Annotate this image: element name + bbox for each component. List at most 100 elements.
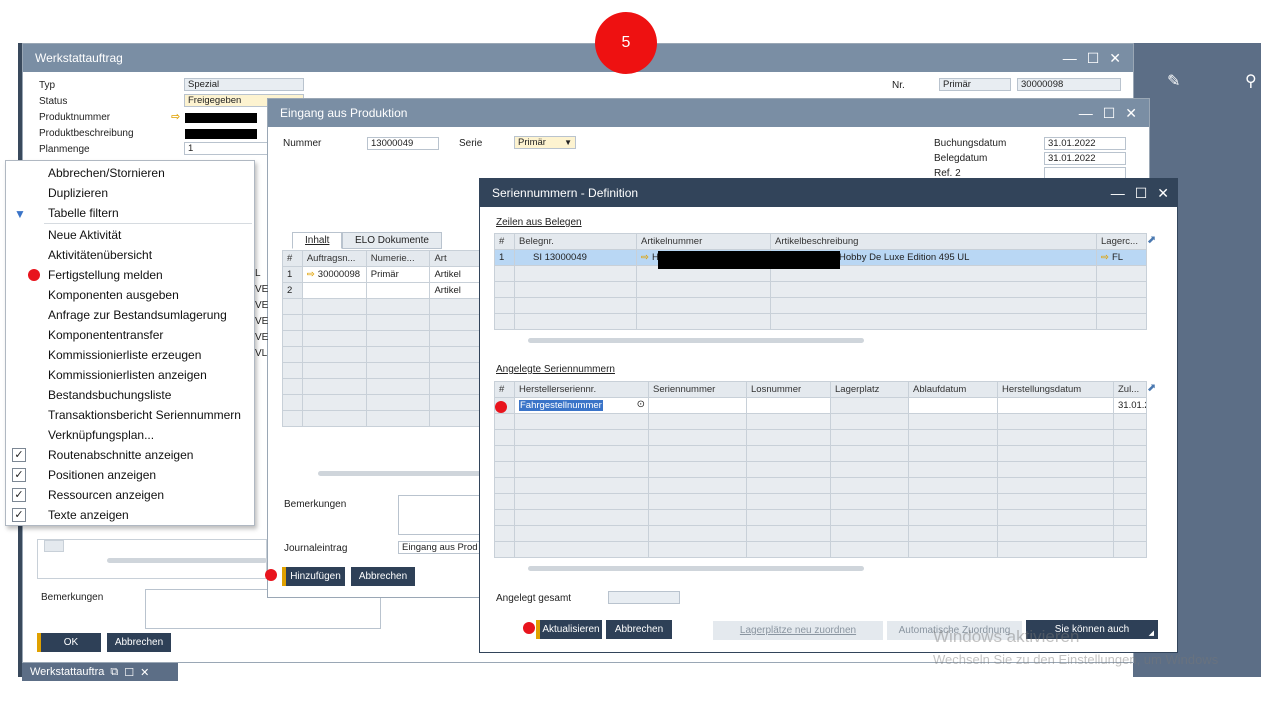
maximize-icon[interactable]: ☐ xyxy=(124,666,134,679)
table-row[interactable]: 2 Artikel xyxy=(282,282,482,299)
menu-item-duplizieren[interactable]: Duplizieren xyxy=(48,186,108,200)
close-icon[interactable]: ✕ xyxy=(1125,105,1137,122)
redacted-artikelnummer xyxy=(658,251,840,269)
buchungsdatum-field[interactable]: 31.01.2022 xyxy=(1044,137,1126,150)
checkbox-checked-icon[interactable]: ✓ xyxy=(12,488,26,502)
col-header[interactable]: Auftragsn... xyxy=(301,250,367,267)
menu-item-ressourcen-anzeigen[interactable]: Ressourcen anzeigen xyxy=(48,488,164,502)
dropdown-arrow-icon[interactable]: ▼ xyxy=(564,137,572,148)
serien-cancel-button[interactable]: Abbrechen xyxy=(606,620,672,639)
col-header[interactable]: Ablaufdatum xyxy=(908,381,998,398)
label-bemerkungen: Bemerkungen xyxy=(284,499,347,510)
menu-item-komponententransfer[interactable]: Komponententransfer xyxy=(48,328,163,342)
tab-inhalt[interactable]: Inhalt xyxy=(292,232,343,249)
checkbox-checked-icon[interactable]: ✓ xyxy=(12,468,26,482)
table-row[interactable]: 1 ⇨ 30000098 Primär Artikel xyxy=(282,266,482,283)
col-header[interactable]: Seriennummer xyxy=(648,381,747,398)
col-header[interactable]: Belegnr. xyxy=(514,233,637,250)
menu-item-verknuepfungsplan[interactable]: Verknüpfungsplan... xyxy=(48,428,154,442)
minimized-window-tab[interactable]: Werkstattauftra ⧉ ☐ ✕ xyxy=(22,663,178,681)
col-header[interactable]: # xyxy=(494,233,515,250)
col-header[interactable]: Zul... xyxy=(1113,381,1147,398)
menu-item-kommissionierliste-erzeugen[interactable]: Kommissionierliste erzeugen xyxy=(48,348,201,362)
journaleintrag-field[interactable]: Eingang aus Prod xyxy=(398,541,482,554)
minimize-icon[interactable]: — xyxy=(1063,50,1077,66)
menu-item-komponenten-ausgeben[interactable]: Komponenten ausgeben xyxy=(48,288,179,302)
menu-item-fertigstellung-melden[interactable]: Fertigstellung melden xyxy=(48,268,163,282)
menu-item-tabelle-filtern[interactable]: Tabelle filtern xyxy=(48,206,119,220)
link-arrow-icon[interactable]: ⇨ xyxy=(641,252,649,263)
minimize-icon[interactable]: — xyxy=(1111,185,1125,201)
nr-serie-field[interactable]: Primär xyxy=(939,78,1011,91)
link-arrow-icon[interactable]: ⇨ xyxy=(1101,252,1109,263)
col-header[interactable]: Lagerplatz xyxy=(830,381,909,398)
col-header[interactable]: Numerie... xyxy=(365,250,431,267)
close-icon[interactable]: ✕ xyxy=(1109,50,1121,67)
table-row[interactable]: Fahrgestellnummer ⊙ 31.01.2 xyxy=(494,397,1147,414)
col-header[interactable]: # xyxy=(282,250,303,267)
aktualisieren-button[interactable]: Aktualisieren xyxy=(536,620,602,639)
checkbox-checked-icon[interactable]: ✓ xyxy=(12,448,26,462)
maximize-icon[interactable]: ☐ xyxy=(1087,50,1100,67)
menu-item-aktivitaetenuebersicht[interactable]: Aktivitätenübersicht xyxy=(48,248,152,262)
col-header[interactable]: Art xyxy=(429,250,482,267)
menu-item-transaktionsbericht-seriennummern[interactable]: Transaktionsbericht Seriennummern xyxy=(48,408,241,422)
expand-corner-icon: ◢ xyxy=(1148,630,1154,637)
horizontal-scrollbar[interactable] xyxy=(528,566,864,571)
nr-value-field[interactable]: 30000098 xyxy=(1017,78,1121,91)
expand-grid-icon[interactable]: ⬈ xyxy=(1147,233,1156,246)
maximize-icon[interactable]: ☐ xyxy=(1103,105,1116,122)
col-header[interactable]: Artikelbeschreibung xyxy=(770,233,1097,250)
eingang-cancel-button[interactable]: Abbrechen xyxy=(351,567,415,586)
col-header[interactable]: Herstellungsdatum xyxy=(997,381,1114,398)
nummer-field[interactable]: 13000049 xyxy=(367,137,439,150)
horizontal-scrollbar[interactable] xyxy=(528,338,864,343)
menu-item-routenabschnitte-anzeigen[interactable]: Routenabschnitte anzeigen xyxy=(48,448,193,462)
belegdatum-field[interactable]: 31.01.2022 xyxy=(1044,152,1126,165)
maximize-icon[interactable]: ☐ xyxy=(1135,185,1148,202)
close-icon[interactable]: ✕ xyxy=(140,666,149,679)
menu-item-neue-aktivitaet[interactable]: Neue Aktivität xyxy=(48,228,121,242)
link-arrow-icon[interactable]: ⇨ xyxy=(307,269,315,280)
eingang-lines-grid: # Auftragsn... Numerie... Art 1 ⇨ 3000009… xyxy=(282,250,482,427)
close-icon[interactable]: ✕ xyxy=(1157,185,1169,202)
col-header[interactable]: # xyxy=(494,381,515,398)
checkbox-checked-icon[interactable]: ✓ xyxy=(12,508,26,522)
menu-item-abbrechen-stornieren[interactable]: Abbrechen/Stornieren xyxy=(48,166,165,180)
herstellerseriennr-input[interactable]: Fahrgestellnummer xyxy=(519,400,603,411)
label-produktbeschreibung: Produktbeschreibung xyxy=(39,128,134,139)
serie-select[interactable]: Primär ▼ xyxy=(514,136,576,149)
menu-item-texte-anzeigen[interactable]: Texte anzeigen xyxy=(48,508,129,522)
werkstatt-cancel-button[interactable]: Abbrechen xyxy=(107,633,171,652)
lagerplaetze-neu-zuordnen-button: Lagerplätze neu zuordnen xyxy=(713,621,883,640)
minimize-icon[interactable]: — xyxy=(1079,105,1093,121)
lookup-icon[interactable]: ⊙ xyxy=(637,399,645,410)
col-header[interactable]: Lagerc... xyxy=(1096,233,1147,250)
col-header[interactable]: Herstellerseriennr. xyxy=(514,381,649,398)
label-serie: Serie xyxy=(459,138,483,149)
section-zeilen-aus-belegen: Zeilen aus Belegen xyxy=(496,217,582,228)
restore-icon[interactable]: ⧉ xyxy=(110,666,118,679)
menu-item-anfrage-bestandsumlagerung[interactable]: Anfrage zur Bestandsumlagerung xyxy=(48,308,227,322)
menu-item-positionen-anzeigen[interactable]: Positionen anzeigen xyxy=(48,468,156,482)
tab-elo-dokumente[interactable]: ELO Dokumente xyxy=(342,232,442,249)
window-title: Eingang aus Produktion xyxy=(280,106,408,120)
bemerkungen-textarea[interactable] xyxy=(398,495,482,535)
marker-dot xyxy=(265,569,277,581)
watermark-subtitle: Wechseln Sie zu den Einstellungen, um Wi… xyxy=(933,652,1219,667)
col-header[interactable]: Artikelnummer xyxy=(636,233,771,250)
menu-item-kommissionierlisten-anzeigen[interactable]: Kommissionierlisten anzeigen xyxy=(48,368,207,382)
ok-button[interactable]: OK xyxy=(37,633,101,652)
expand-grid-icon[interactable]: ⬈ xyxy=(1147,381,1156,394)
search-icon[interactable]: ⚲ xyxy=(1245,71,1257,91)
link-arrow-icon[interactable]: ⇨ xyxy=(171,110,180,123)
horizontal-scrollbar[interactable] xyxy=(107,558,267,563)
window-title: Werkstattauftrag xyxy=(35,51,123,65)
werkstattauftrag-titlebar: Werkstattauftrag — ☐ ✕ xyxy=(23,44,1133,72)
menu-item-bestandsbuchungsliste[interactable]: Bestandsbuchungsliste xyxy=(48,388,171,402)
hinzufuegen-button[interactable]: Hinzufügen xyxy=(282,567,345,586)
typ-field[interactable]: Spezial xyxy=(184,78,304,91)
pencil-icon[interactable]: ✎ xyxy=(1167,71,1180,91)
col-header[interactable]: Losnummer xyxy=(746,381,831,398)
horizontal-scrollbar[interactable] xyxy=(318,471,483,476)
